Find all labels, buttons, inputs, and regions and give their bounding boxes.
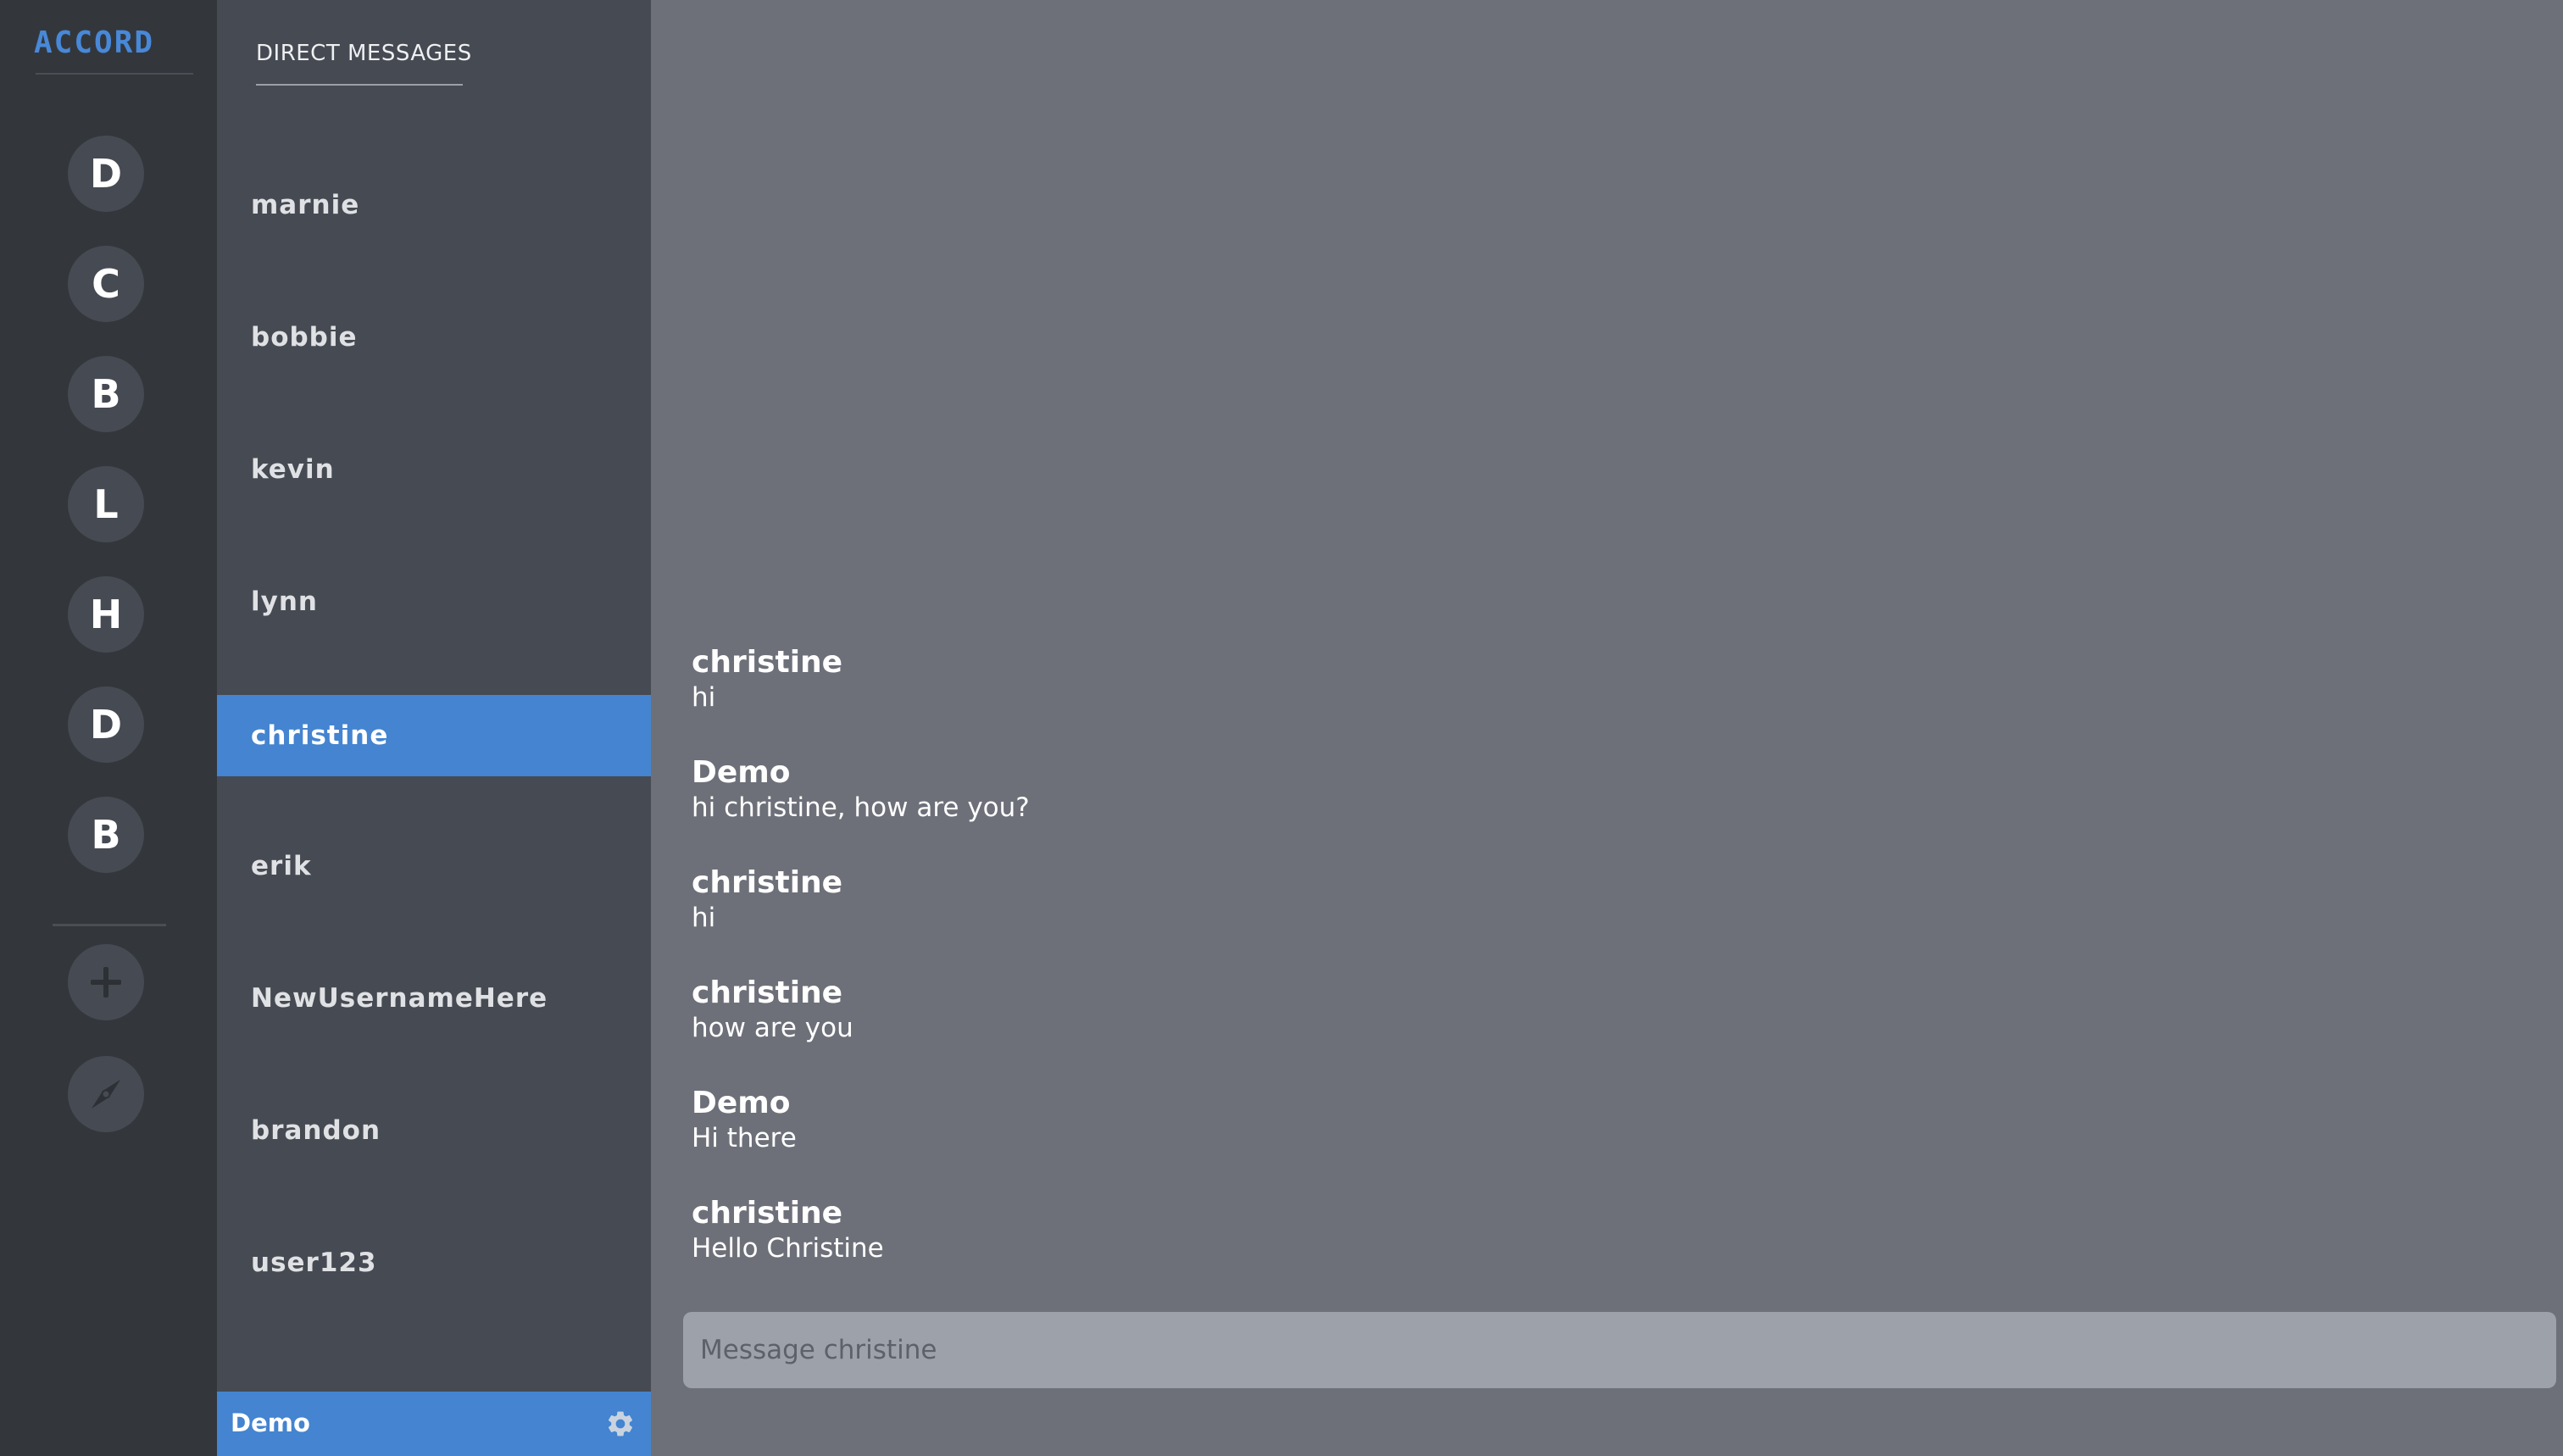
message-text: hi christine, how are you? [692,792,1030,823]
message-text: hi [692,903,716,933]
current-username: Demo [231,1409,310,1437]
direct-messages-sidebar: DIRECT MESSAGES marnie bobbie kevin lynn… [217,0,651,1456]
add-server-button[interactable] [68,944,144,1020]
message: christine how are you [692,976,853,1046]
dm-item-christine[interactable]: christine [217,695,651,776]
current-user-bar: Demo [217,1392,651,1456]
message-text: hi [692,682,716,713]
server-icon-2[interactable]: C [68,246,144,322]
server-icon-4[interactable]: L [68,466,144,542]
dm-item-marnie[interactable]: marnie [217,164,651,246]
chat-panel: christine hi Demo hi christine, how are … [651,0,2563,1456]
dm-item-brandon[interactable]: brandon [217,1090,651,1171]
message: Demo hi christine, how are you? [692,756,1030,825]
message-author[interactable]: Demo [692,1086,797,1120]
message: Demo Hi there [692,1086,797,1156]
message: christine hi [692,866,842,936]
gear-icon [608,1411,633,1437]
message-text: Hi there [692,1123,797,1153]
message-text: Hello Christine [692,1233,884,1264]
server-rail: ACCORD D C B L H D B [0,0,217,1456]
settings-button[interactable] [605,1409,636,1439]
direct-messages-header: DIRECT MESSAGES [256,41,472,66]
message-input[interactable] [683,1312,2556,1388]
message: christine hi [692,646,842,715]
app-window: ACCORD D C B L H D B DIRECT MESSAGES mar… [0,0,2563,1456]
plus-icon [91,967,121,998]
message-text: how are you [692,1013,853,1043]
logo-divider [36,73,193,75]
dm-item-erik[interactable]: erik [217,825,651,907]
server-icon-1[interactable]: D [68,136,144,212]
message-author[interactable]: christine [692,866,842,900]
rail-divider [53,924,166,926]
header-underline [256,84,463,86]
server-icon-3[interactable]: B [68,356,144,432]
message-author[interactable]: christine [692,976,853,1010]
app-logo[interactable]: ACCORD [34,25,154,60]
dm-item-user123[interactable]: user123 [217,1222,651,1303]
message-author[interactable]: christine [692,1197,884,1231]
dm-item-newusernamehere[interactable]: NewUsernameHere [217,958,651,1039]
message: christine Hello Christine [692,1197,884,1266]
server-icon-5[interactable]: H [68,576,144,653]
dm-item-bobbie[interactable]: bobbie [217,297,651,378]
server-icon-7[interactable]: B [68,797,144,873]
compass-icon [92,1080,120,1109]
message-author[interactable]: christine [692,646,842,680]
dm-item-kevin[interactable]: kevin [217,429,651,510]
explore-servers-button[interactable] [68,1056,144,1132]
server-icon-6[interactable]: D [68,686,144,763]
message-author[interactable]: Demo [692,756,1030,790]
dm-item-lynn[interactable]: lynn [217,561,651,642]
